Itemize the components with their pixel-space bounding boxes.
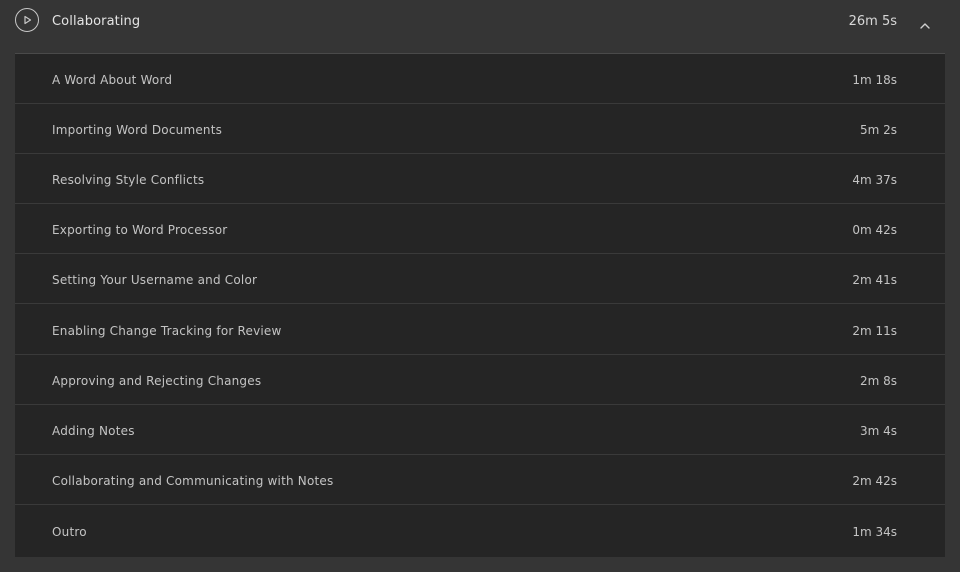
lesson-row[interactable]: Resolving Style Conflicts 4m 37s [15, 154, 945, 204]
chevron-up-icon[interactable] [918, 16, 932, 29]
lesson-row[interactable]: Adding Notes 3m 4s [15, 405, 945, 455]
lesson-row[interactable]: Approving and Rejecting Changes 2m 8s [15, 355, 945, 405]
lesson-duration: 4m 37s [852, 173, 897, 187]
lesson-title: Adding Notes [52, 424, 135, 438]
lesson-duration: 3m 4s [859, 424, 897, 438]
section-header-collaborating[interactable]: Collaborating 26m 5s [0, 0, 960, 44]
lesson-list: A Word About Word 1m 18s Importing Word … [15, 53, 945, 557]
lesson-title: Setting Your Username and Color [52, 273, 258, 287]
lesson-duration: 2m 42s [852, 474, 897, 488]
lesson-row[interactable]: Importing Word Documents 5m 2s [15, 104, 945, 154]
lesson-row[interactable]: Enabling Change Tracking for Review 2m 1… [15, 305, 945, 355]
lesson-title: Importing Word Documents [52, 123, 223, 137]
play-circle-icon[interactable] [15, 8, 39, 32]
lesson-title: Exporting to Word Processor [52, 223, 228, 237]
lesson-duration: 2m 41s [852, 273, 897, 287]
lesson-duration: 0m 42s [852, 223, 897, 237]
lesson-duration: 1m 34s [852, 525, 897, 539]
lesson-row[interactable]: Setting Your Username and Color 2m 41s [15, 254, 945, 304]
lesson-duration: 5m 2s [859, 123, 897, 137]
section-title: Collaborating [52, 14, 141, 29]
section-duration: 26m 5s [848, 14, 897, 29]
lesson-title: A Word About Word [52, 73, 173, 87]
lesson-title: Approving and Rejecting Changes [52, 374, 262, 388]
lesson-row[interactable]: Exporting to Word Processor 0m 42s [15, 204, 945, 254]
lesson-duration: 1m 18s [852, 73, 897, 87]
course-page: Collaborating 26m 5s A Word About Word 1… [0, 0, 960, 572]
lesson-title: Outro [52, 525, 87, 539]
lesson-duration: 2m 8s [859, 374, 897, 388]
lesson-row[interactable]: Outro 1m 34s [15, 506, 945, 556]
lesson-title: Resolving Style Conflicts [52, 173, 205, 187]
lesson-row[interactable]: Collaborating and Communicating with Not… [15, 455, 945, 505]
lesson-row[interactable]: A Word About Word 1m 18s [15, 54, 945, 104]
lesson-title: Collaborating and Communicating with Not… [52, 474, 334, 488]
lesson-title: Enabling Change Tracking for Review [52, 324, 282, 338]
lesson-duration: 2m 11s [852, 324, 897, 338]
